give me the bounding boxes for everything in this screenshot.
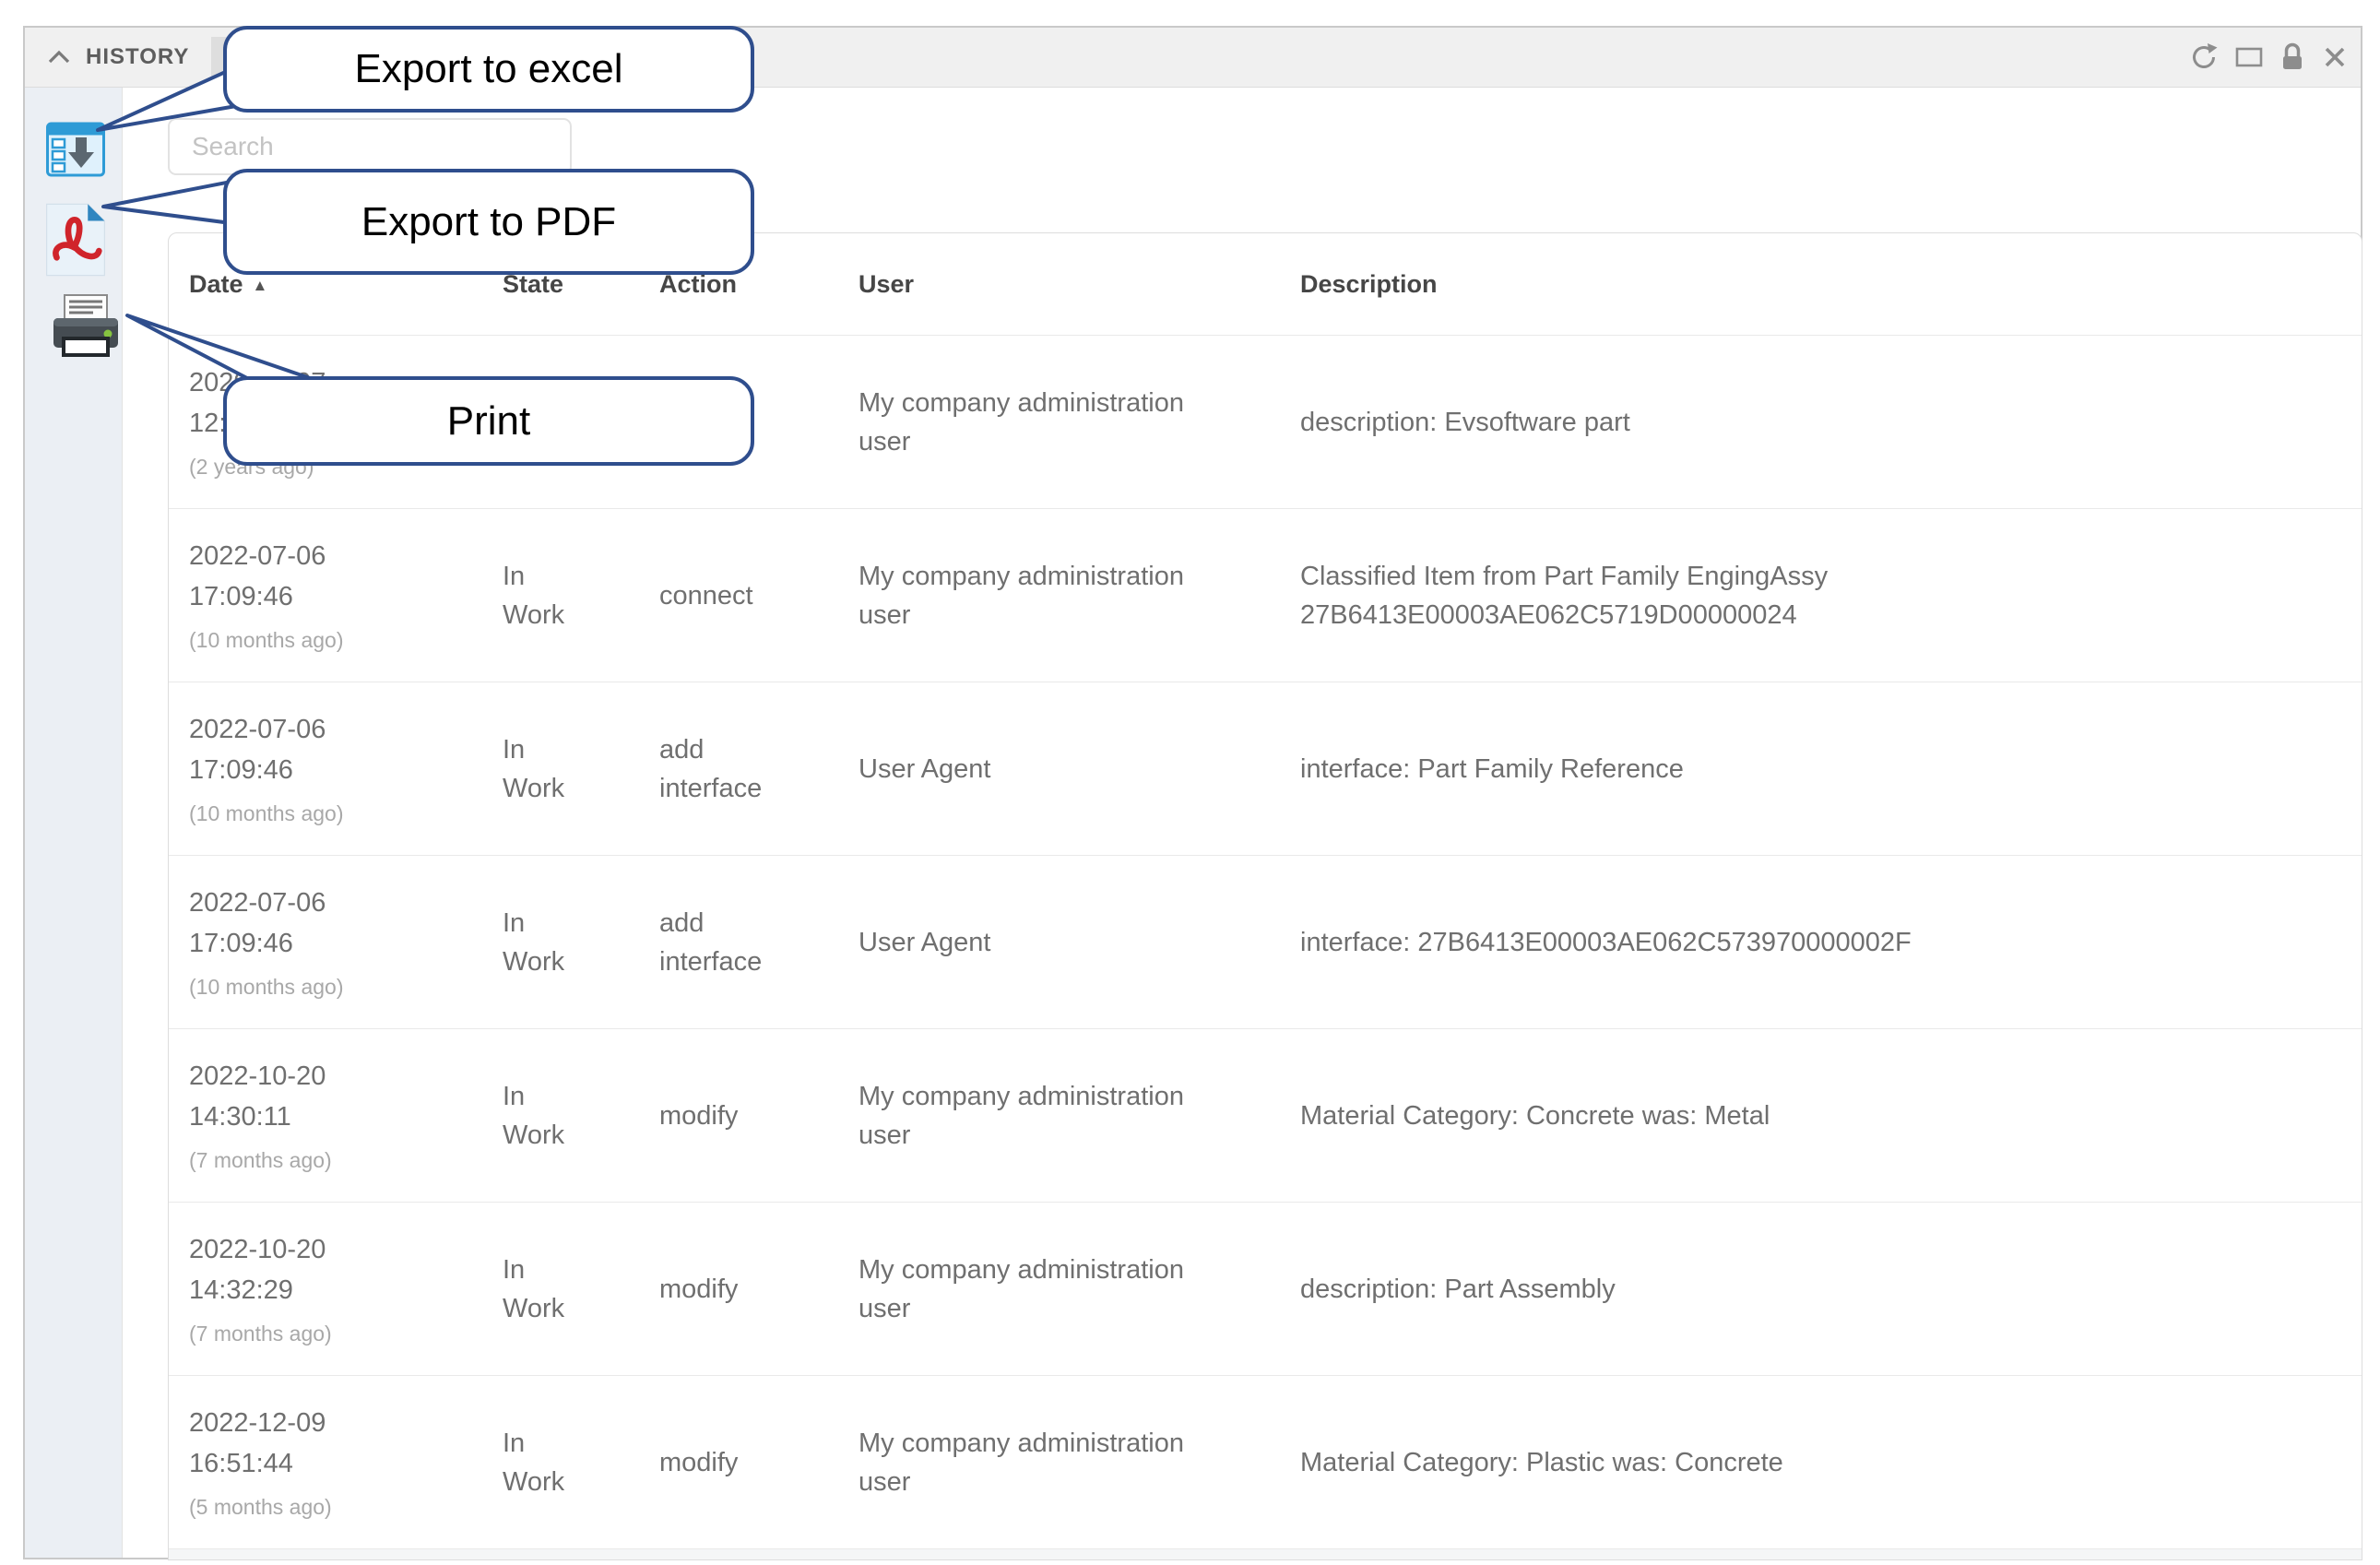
cell-description: Classified Item from Part Family EngingA… bbox=[1289, 557, 2362, 634]
cell-date: 2022-12-0916:51:44 (5 months ago) bbox=[169, 1403, 491, 1523]
time-value: 14:32:29 bbox=[189, 1270, 491, 1310]
cell-action: add interface bbox=[639, 730, 851, 808]
relative-time: (10 months ago) bbox=[189, 971, 491, 1002]
table-row: 2022-10-2014:32:29 (7 months ago)In Workm… bbox=[169, 1202, 2362, 1375]
cell-description: description: Part Assembly bbox=[1289, 1270, 2362, 1309]
cell-date: 2022-10-2014:32:29 (7 months ago) bbox=[169, 1229, 491, 1349]
date-value: 2022-10-20 bbox=[189, 1229, 491, 1270]
cell-action: add interface bbox=[639, 904, 851, 981]
callout-export-pdf: Export to PDF bbox=[223, 169, 754, 275]
date-value: 2022-10-20 bbox=[189, 1056, 491, 1097]
close-button[interactable] bbox=[2320, 42, 2350, 72]
pdf-icon bbox=[43, 202, 108, 278]
relative-time: (7 months ago) bbox=[189, 1318, 491, 1349]
cell-user: My company administration user bbox=[851, 1424, 1289, 1501]
table-row: 2022-07-0617:09:46 (10 months ago)In Work… bbox=[169, 855, 2362, 1028]
cell-action: modify bbox=[639, 1270, 851, 1309]
date-value: 2022-07-06 bbox=[189, 536, 491, 576]
cell-user: My company administration user bbox=[851, 1251, 1289, 1328]
cell-date: 2022-07-0617:09:46 (10 months ago) bbox=[169, 709, 491, 829]
cell-description: Material Category: Plastic was: Concrete bbox=[1289, 1443, 2362, 1482]
table-row: 2022-12-0916:51:44 (5 months ago)In Workm… bbox=[169, 1375, 2362, 1548]
cell-state: In Work bbox=[491, 1251, 639, 1328]
cell-action: modify bbox=[639, 1097, 851, 1135]
cell-state: In Work bbox=[491, 730, 639, 808]
callout-print: Print bbox=[223, 376, 754, 466]
cell-user: My company administration user bbox=[851, 1077, 1289, 1155]
date-value: 2022-07-06 bbox=[189, 709, 491, 750]
chevron-up-icon bbox=[47, 50, 71, 65]
cell-action: modify bbox=[639, 1443, 851, 1482]
cell-date: 2022-07-0617:09:46 (10 months ago) bbox=[169, 536, 491, 656]
table-row: 2022-10-2014:30:11 (7 months ago)In Workm… bbox=[169, 1028, 2362, 1202]
cell-user: My company administration user bbox=[851, 557, 1289, 634]
relative-time: (7 months ago) bbox=[189, 1144, 491, 1176]
table-row: 2022-07-0617:09:46 (10 months ago)In Work… bbox=[169, 508, 2362, 682]
column-header-date-label: Date bbox=[189, 270, 243, 298]
cell-state: In Work bbox=[491, 557, 639, 634]
cell-description: description: Evsoftware part bbox=[1289, 403, 2362, 442]
cell-state: In Work bbox=[491, 1077, 639, 1155]
cell-date: 2022-07-0617:09:46 (10 months ago) bbox=[169, 883, 491, 1002]
column-header-description[interactable]: Description bbox=[1289, 270, 2362, 299]
cell-state: In Work bbox=[491, 1424, 639, 1501]
window-controls bbox=[2188, 41, 2350, 73]
maximize-button[interactable] bbox=[2233, 41, 2265, 73]
relative-time: (10 months ago) bbox=[189, 624, 491, 656]
date-value: 2022-07-06 bbox=[189, 883, 491, 923]
refresh-icon bbox=[2188, 41, 2220, 73]
date-value: 2022-12-09 bbox=[189, 1403, 491, 1443]
panel-title: HISTORY bbox=[86, 44, 189, 70]
cell-description: Material Category: Concrete was: Metal bbox=[1289, 1097, 2362, 1135]
export-to-pdf-button[interactable] bbox=[43, 202, 108, 282]
search-input[interactable] bbox=[168, 118, 572, 175]
maximize-icon bbox=[2233, 41, 2265, 73]
time-value: 14:30:11 bbox=[189, 1097, 491, 1137]
cell-date: 2022-10-2014:30:11 (7 months ago) bbox=[169, 1056, 491, 1176]
tools-sidebar bbox=[25, 88, 123, 1558]
time-value: 17:09:46 bbox=[189, 923, 491, 964]
relative-time: (10 months ago) bbox=[189, 798, 491, 829]
printer-icon bbox=[49, 292, 123, 377]
time-value: 17:09:46 bbox=[189, 576, 491, 617]
lock-icon bbox=[2279, 41, 2306, 73]
table-row: 2022-07-0617:09:46 (10 months ago)In Work… bbox=[169, 682, 2362, 855]
column-header-user[interactable]: User bbox=[851, 270, 1289, 299]
table-body: 2020-12-0712:00:00(2 years ago)In Workcr… bbox=[169, 335, 2362, 1548]
sort-ascending-icon[interactable]: ▲ bbox=[253, 277, 268, 294]
close-icon bbox=[2320, 42, 2350, 72]
cell-user: My company administration user bbox=[851, 384, 1289, 461]
cell-user: User Agent bbox=[851, 750, 1289, 788]
relative-time: (5 months ago) bbox=[189, 1491, 491, 1523]
excel-export-icon bbox=[45, 119, 106, 180]
collapse-panel-button[interactable] bbox=[47, 50, 71, 65]
refresh-button[interactable] bbox=[2188, 41, 2220, 73]
time-value: 17:09:46 bbox=[189, 750, 491, 790]
print-button[interactable] bbox=[49, 292, 123, 382]
cell-state: In Work bbox=[491, 904, 639, 981]
export-to-excel-button[interactable] bbox=[45, 119, 106, 184]
cell-action: connect bbox=[639, 576, 851, 615]
table-row-partial bbox=[169, 1548, 2362, 1560]
lock-button[interactable] bbox=[2279, 41, 2306, 73]
cell-description: interface: 27B6413E00003AE062C5739700000… bbox=[1289, 923, 2362, 962]
time-value: 16:51:44 bbox=[189, 1443, 491, 1484]
cell-description: interface: Part Family Reference bbox=[1289, 750, 2362, 788]
callout-export-excel: Export to excel bbox=[223, 26, 754, 113]
cell-user: User Agent bbox=[851, 923, 1289, 962]
